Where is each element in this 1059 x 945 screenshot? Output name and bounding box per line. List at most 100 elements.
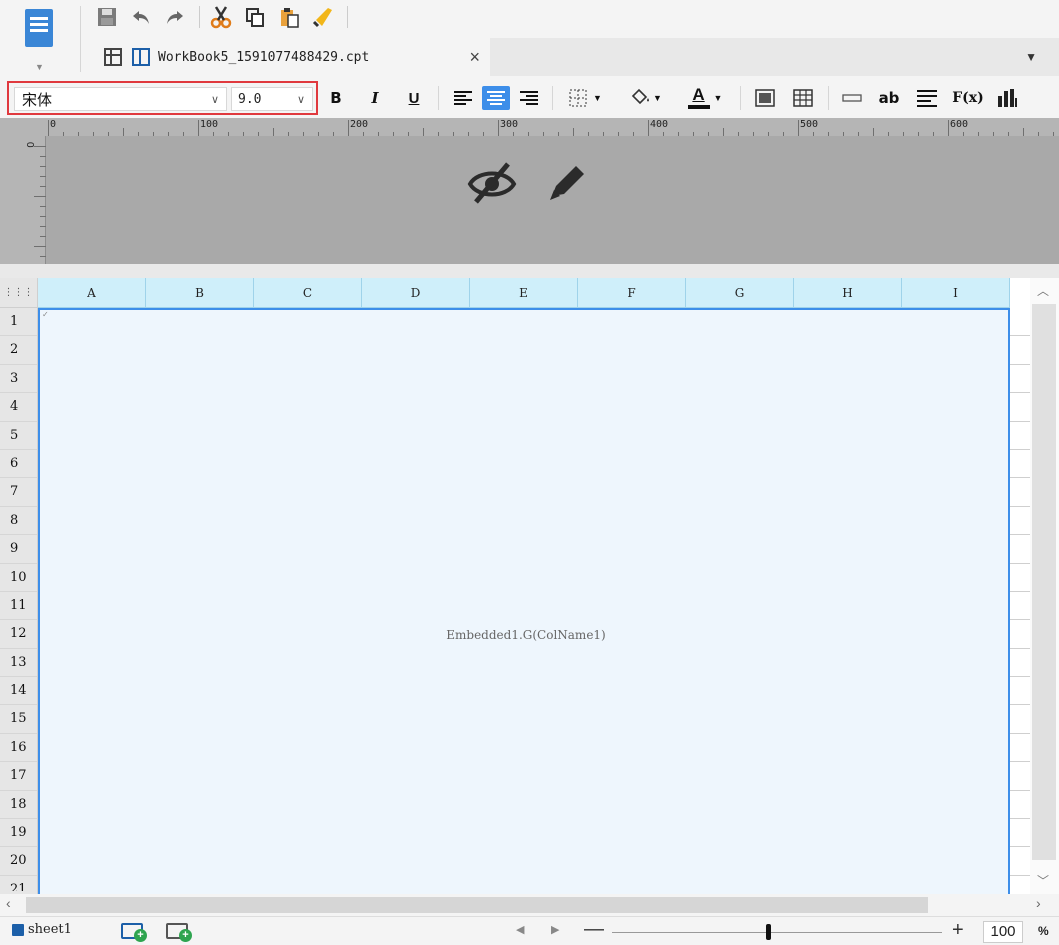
font-family-select[interactable]: 宋体 ∨ xyxy=(14,87,227,111)
align-left-button[interactable] xyxy=(450,86,476,110)
grid-line xyxy=(1010,677,1030,706)
cell-marker-icon: ✓ xyxy=(42,310,49,319)
row-header[interactable]: 18 xyxy=(0,791,37,820)
prev-sheet-icon[interactable]: ◀ xyxy=(516,923,524,936)
column-header-e[interactable]: E xyxy=(470,278,578,308)
row-header[interactable]: 8 xyxy=(0,507,37,536)
row-header[interactable]: 14 xyxy=(0,677,37,706)
text-color-button[interactable]: A ▼ xyxy=(682,86,728,110)
redo-icon[interactable] xyxy=(162,4,188,30)
tabs-menu-icon[interactable]: ▼ xyxy=(1025,50,1037,64)
row-header[interactable]: 12 xyxy=(0,620,37,649)
merge-cells-button[interactable] xyxy=(752,86,778,110)
ruler-tick xyxy=(40,186,46,187)
format-painter-icon[interactable] xyxy=(310,4,336,30)
row-header[interactable]: 6 xyxy=(0,450,37,479)
wrap-text-button[interactable]: ab xyxy=(876,86,902,110)
font-size-value: 9.0 xyxy=(238,91,262,107)
merged-cell[interactable]: ✓ Embedded1.G(ColName1) xyxy=(38,308,1010,894)
add-form-sheet-button[interactable]: + xyxy=(166,923,192,942)
column-header-h[interactable]: H xyxy=(794,278,902,308)
scroll-right-icon[interactable]: › xyxy=(1036,895,1041,911)
zoom-out-button[interactable]: — xyxy=(584,918,604,941)
cell-content: Embedded1.G(ColName1) xyxy=(446,628,606,642)
ruler-tick xyxy=(273,128,274,136)
ruler-tick xyxy=(723,128,724,136)
fill-color-button[interactable]: ▼ xyxy=(622,86,668,110)
chevron-down-icon[interactable]: ∨ xyxy=(204,93,226,106)
row-header[interactable]: 16 xyxy=(0,734,37,763)
edit-pencil-icon[interactable] xyxy=(544,160,590,209)
column-header-g[interactable]: G xyxy=(686,278,794,308)
column-header-c[interactable]: C xyxy=(254,278,362,308)
column-header-i[interactable]: I xyxy=(902,278,1010,308)
scroll-down-icon[interactable]: ﹀ xyxy=(1037,872,1049,889)
paragraph-button[interactable] xyxy=(914,86,940,110)
undo-icon[interactable] xyxy=(128,4,154,30)
chevron-down-icon[interactable]: ▼ xyxy=(714,93,723,103)
scroll-left-icon[interactable]: ‹ xyxy=(6,895,11,911)
add-sheet-button[interactable]: + xyxy=(121,923,147,942)
column-header-f[interactable]: F xyxy=(578,278,686,308)
italic-button[interactable]: I xyxy=(366,86,384,110)
save-icon[interactable] xyxy=(94,4,120,30)
scroll-thumb[interactable] xyxy=(1032,304,1056,860)
sheet-tab[interactable]: sheet1 xyxy=(12,922,72,937)
column-header-a[interactable]: A xyxy=(38,278,146,308)
chevron-down-icon[interactable]: ∨ xyxy=(290,93,312,106)
row-header[interactable]: 10 xyxy=(0,564,37,592)
select-all-corner[interactable]: ⋮⋮⋮ xyxy=(0,278,38,308)
grid-line xyxy=(1010,422,1030,450)
insert-table-icon[interactable] xyxy=(104,48,122,66)
document-tab[interactable]: WorkBook5_1591077488429.cpt × xyxy=(92,38,490,76)
row-header[interactable]: 2 xyxy=(0,336,37,365)
vertical-scrollbar[interactable]: ︿ ﹀ xyxy=(1030,278,1059,894)
row-header[interactable]: 20 xyxy=(0,847,37,876)
close-tab-icon[interactable]: × xyxy=(469,47,480,68)
ruler-label: 300 xyxy=(500,119,519,130)
formula-button[interactable]: F(x) xyxy=(952,86,984,110)
cut-icon[interactable] xyxy=(208,4,234,30)
scroll-thumb[interactable] xyxy=(26,897,928,913)
row-header[interactable]: 13 xyxy=(0,649,37,678)
row-header[interactable]: 9 xyxy=(0,535,37,564)
app-menu-icon[interactable]: ▼ xyxy=(20,6,58,72)
zoom-in-button[interactable]: + xyxy=(952,919,964,942)
underline-button[interactable]: U xyxy=(405,86,423,110)
split-cells-button[interactable] xyxy=(790,86,816,110)
insert-chart-button[interactable] xyxy=(994,86,1020,110)
copy-icon[interactable] xyxy=(242,4,268,30)
row-header[interactable]: 19 xyxy=(0,819,37,848)
row-header[interactable]: 5 xyxy=(0,422,37,450)
chevron-down-icon[interactable]: ▼ xyxy=(593,93,602,103)
status-bar: sheet1 + + ◀ ▶ — + 100 % xyxy=(0,916,1059,945)
row-header[interactable]: 3 xyxy=(0,365,37,394)
ruler-tick xyxy=(40,206,46,207)
paste-icon[interactable] xyxy=(276,4,302,30)
insert-textbox-button[interactable] xyxy=(840,86,864,110)
textbox-icon xyxy=(842,94,862,102)
align-center-button[interactable] xyxy=(482,86,510,110)
zoom-slider[interactable] xyxy=(612,932,942,933)
column-header-d[interactable]: D xyxy=(362,278,470,308)
next-sheet-icon[interactable]: ▶ xyxy=(551,923,559,936)
align-right-button[interactable] xyxy=(516,86,542,110)
font-size-select[interactable]: 9.0 ∨ xyxy=(231,87,313,111)
border-button[interactable]: ▼ xyxy=(563,86,607,110)
row-header[interactable]: 15 xyxy=(0,705,37,734)
row-header[interactable]: 1 xyxy=(0,308,37,337)
zoom-slider-thumb[interactable] xyxy=(766,924,771,940)
row-header[interactable]: 11 xyxy=(0,592,37,621)
hide-eye-icon[interactable] xyxy=(466,160,518,209)
row-header[interactable]: 7 xyxy=(0,478,37,507)
horizontal-scrollbar[interactable]: ‹ › xyxy=(0,894,1059,916)
row-header[interactable]: 4 xyxy=(0,393,37,422)
ruler-tick xyxy=(498,120,499,136)
column-header-b[interactable]: B xyxy=(146,278,254,308)
row-header[interactable]: 17 xyxy=(0,762,37,791)
chevron-down-icon[interactable]: ▼ xyxy=(653,93,662,103)
scroll-up-icon[interactable]: ︿ xyxy=(1037,282,1049,299)
zoom-input[interactable]: 100 xyxy=(983,921,1023,943)
bold-button[interactable]: B xyxy=(327,86,345,110)
row-header[interactable]: 21 xyxy=(0,876,37,891)
